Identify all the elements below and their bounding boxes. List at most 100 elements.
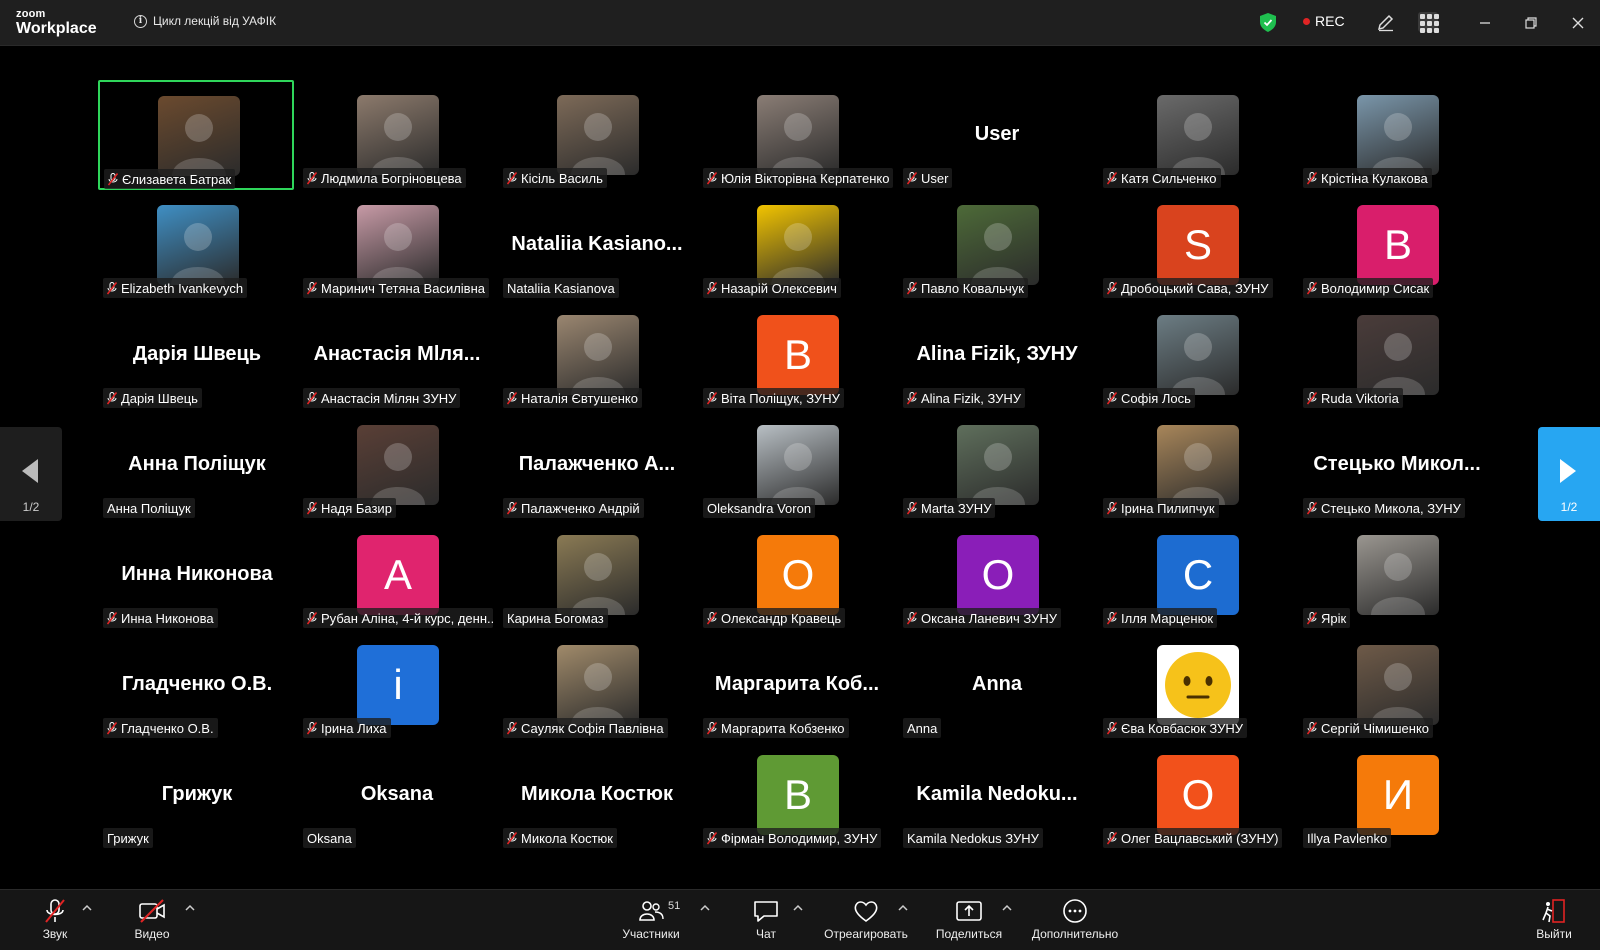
mic-muted-icon xyxy=(1106,281,1118,295)
participants-button[interactable]: 51 Участники xyxy=(618,898,684,948)
participant-name: Надя Базир xyxy=(321,500,392,516)
participant-tile[interactable]: Ярік xyxy=(1298,520,1494,630)
participant-tile[interactable]: Дарія Швець Дарія Швець xyxy=(98,300,294,410)
participant-name-label: Олександр Кравець xyxy=(703,608,846,628)
participant-tile[interactable]: O Олег Вацлавський (ЗУНУ) xyxy=(1098,740,1294,850)
video-button[interactable]: Видео xyxy=(132,898,172,948)
participant-tile[interactable]: Стецько Микол... Стецько Микола, ЗУНУ xyxy=(1298,410,1494,520)
participant-tile[interactable]: Людмила Богріновцева xyxy=(298,80,494,190)
person-silhouette-icon xyxy=(1371,113,1425,175)
share-options-chevron-up-icon[interactable] xyxy=(1002,904,1014,916)
participant-tile[interactable]: Marta ЗУНУ xyxy=(898,410,1094,520)
participant-tile[interactable]: Єлизавета Батрак xyxy=(98,80,294,190)
participant-name-label: Софія Лось xyxy=(1103,388,1195,408)
participant-name: Anna xyxy=(907,720,938,736)
participant-tile[interactable]: Кісіль Василь xyxy=(498,80,694,190)
participant-video xyxy=(357,95,439,175)
leave-button[interactable]: Выйти xyxy=(1534,898,1574,948)
participant-tile[interactable]: Грижук Грижук xyxy=(98,740,294,850)
participant-name: Володимир Сисак xyxy=(1321,280,1430,296)
chat-button[interactable]: Чат xyxy=(752,898,780,948)
avatar-letter: C xyxy=(1157,535,1239,615)
participant-video xyxy=(1357,645,1439,725)
participant-tile[interactable]: Юлія Вікторівна Керпатенко xyxy=(698,80,894,190)
participant-tile[interactable]: Надя Базир xyxy=(298,410,494,520)
participant-tile[interactable]: Карина Богомаз xyxy=(498,520,694,630)
participant-tile[interactable]: Анастасія Мlля... Анастасія Мілян ЗУНУ xyxy=(298,300,494,410)
mic-muted-icon xyxy=(706,171,718,185)
participant-tile[interactable]: A Рубан Аліна, 4-й курс, денн... xyxy=(298,520,494,630)
participant-tile[interactable]: В Віта Поліщук, ЗУНУ xyxy=(698,300,894,410)
participant-tile[interactable]: Катя Сильченко xyxy=(1098,80,1294,190)
participant-tile[interactable]: В Володимир Сисак xyxy=(1298,190,1494,300)
participant-tile[interactable]: Гладченко О.В. Гладченко О.В. xyxy=(98,630,294,740)
participant-tile[interactable]: Ruda Viktoria xyxy=(1298,300,1494,410)
participant-tile[interactable]: Маринич Тетяна Василівна xyxy=(298,190,494,300)
person-silhouette-icon xyxy=(971,443,1025,505)
avatar-letter: i xyxy=(357,645,439,725)
person-silhouette-icon xyxy=(371,223,425,285)
mic-muted-icon xyxy=(706,611,718,625)
participant-tile[interactable]: Наталія Євтушенко xyxy=(498,300,694,410)
apps-grid-icon[interactable] xyxy=(1418,12,1439,33)
participant-tile[interactable]: Крістіна Кулакова xyxy=(1298,80,1494,190)
mic-muted-icon xyxy=(706,281,718,295)
recording-indicator[interactable]: REC xyxy=(1303,13,1345,29)
video-options-chevron-up-icon[interactable] xyxy=(185,904,197,916)
react-options-chevron-up-icon[interactable] xyxy=(898,904,910,916)
participant-name-label: Illya Pavlenko xyxy=(1303,828,1392,848)
more-button[interactable]: Дополнительно xyxy=(1028,898,1122,948)
participant-tile[interactable]: Єва Ковбасюк ЗУНУ xyxy=(1098,630,1294,740)
participant-name-label: Юлія Вікторівна Керпатенко xyxy=(703,168,893,188)
more-options-icon xyxy=(1063,899,1087,923)
participant-tile[interactable]: Oksana Oksana xyxy=(298,740,494,850)
participant-tile[interactable]: Ірина Пилипчук xyxy=(1098,410,1294,520)
meeting-info-button[interactable]: i Цикл лекцій від УАФІК xyxy=(134,14,276,28)
share-button[interactable]: Поделиться xyxy=(934,898,1004,948)
next-page-button[interactable]: 1/2 xyxy=(1538,427,1600,521)
participant-tile[interactable]: Anna Anna xyxy=(898,630,1094,740)
participant-tile[interactable]: User User xyxy=(898,80,1094,190)
participant-tile[interactable]: B Фірман Володимир, ЗУНУ xyxy=(698,740,894,850)
participant-tile[interactable]: Анна Поліщук Анна Поліщук xyxy=(98,410,294,520)
participant-tile[interactable]: Микола Костюк Микола Костюк xyxy=(498,740,694,850)
participant-tile[interactable]: Павло Ковальчук xyxy=(898,190,1094,300)
participant-video xyxy=(1157,315,1239,395)
participant-tile[interactable]: Сауляк Софія Павлівна xyxy=(498,630,694,740)
mic-muted-icon xyxy=(1306,611,1318,625)
audio-button[interactable]: Звук xyxy=(38,898,72,948)
participant-tile[interactable]: Палажченко А... Палажченко Андрій xyxy=(498,410,694,520)
minimize-icon[interactable] xyxy=(1474,12,1496,34)
participant-tile[interactable]: S Дробоцький Сава, ЗУНУ xyxy=(1098,190,1294,300)
more-label: Дополнительно xyxy=(1031,927,1119,941)
restore-icon[interactable] xyxy=(1520,12,1542,34)
chat-options-chevron-up-icon[interactable] xyxy=(793,904,805,916)
participants-options-chevron-up-icon[interactable] xyxy=(700,904,712,916)
participant-tile[interactable]: Маргарита Коб... Маргарита Кобзенко xyxy=(698,630,894,740)
participant-tile[interactable]: Oleksandra Voron xyxy=(698,410,894,520)
person-silhouette-icon xyxy=(971,223,1025,285)
participant-tile[interactable]: i Ірина Лиха xyxy=(298,630,494,740)
participant-tile[interactable]: O Олександр Кравець xyxy=(698,520,894,630)
participant-tile[interactable]: Софія Лось xyxy=(1098,300,1294,410)
close-icon[interactable] xyxy=(1567,12,1589,34)
participant-tile[interactable]: Kamila Nedoku... Kamila Nedokus ЗУНУ xyxy=(898,740,1094,850)
participant-tile[interactable]: Alina Fizik, ЗУНУ Alina Fizik, ЗУНУ xyxy=(898,300,1094,410)
audio-options-chevron-up-icon[interactable] xyxy=(82,904,94,916)
annotate-pen-icon[interactable] xyxy=(1376,12,1396,32)
participant-tile[interactable]: O Оксана Ланевич ЗУНУ xyxy=(898,520,1094,630)
avatar-letter: A xyxy=(357,535,439,615)
participant-tile[interactable]: Инна Никонова Инна Никонова xyxy=(98,520,294,630)
meeting-title: Цикл лекцій від УАФІК xyxy=(153,14,277,28)
participant-video xyxy=(957,425,1039,505)
mic-muted-icon xyxy=(506,171,518,185)
participant-name: Маргарита Кобзенко xyxy=(721,720,845,736)
participant-tile[interactable]: Elizabeth Ivankevych xyxy=(98,190,294,300)
participant-tile[interactable]: Nataliia Kasiano... Nataliia Kasianova xyxy=(498,190,694,300)
participant-tile[interactable]: И Illya Pavlenko xyxy=(1298,740,1494,850)
participant-tile[interactable]: Сергій Чімишенко xyxy=(1298,630,1494,740)
shield-icon[interactable] xyxy=(1260,13,1276,32)
previous-page-button[interactable]: 1/2 xyxy=(0,427,62,521)
participant-tile[interactable]: C Ілля Марценюк xyxy=(1098,520,1294,630)
participant-tile[interactable]: Назарій Олексевич xyxy=(698,190,894,300)
